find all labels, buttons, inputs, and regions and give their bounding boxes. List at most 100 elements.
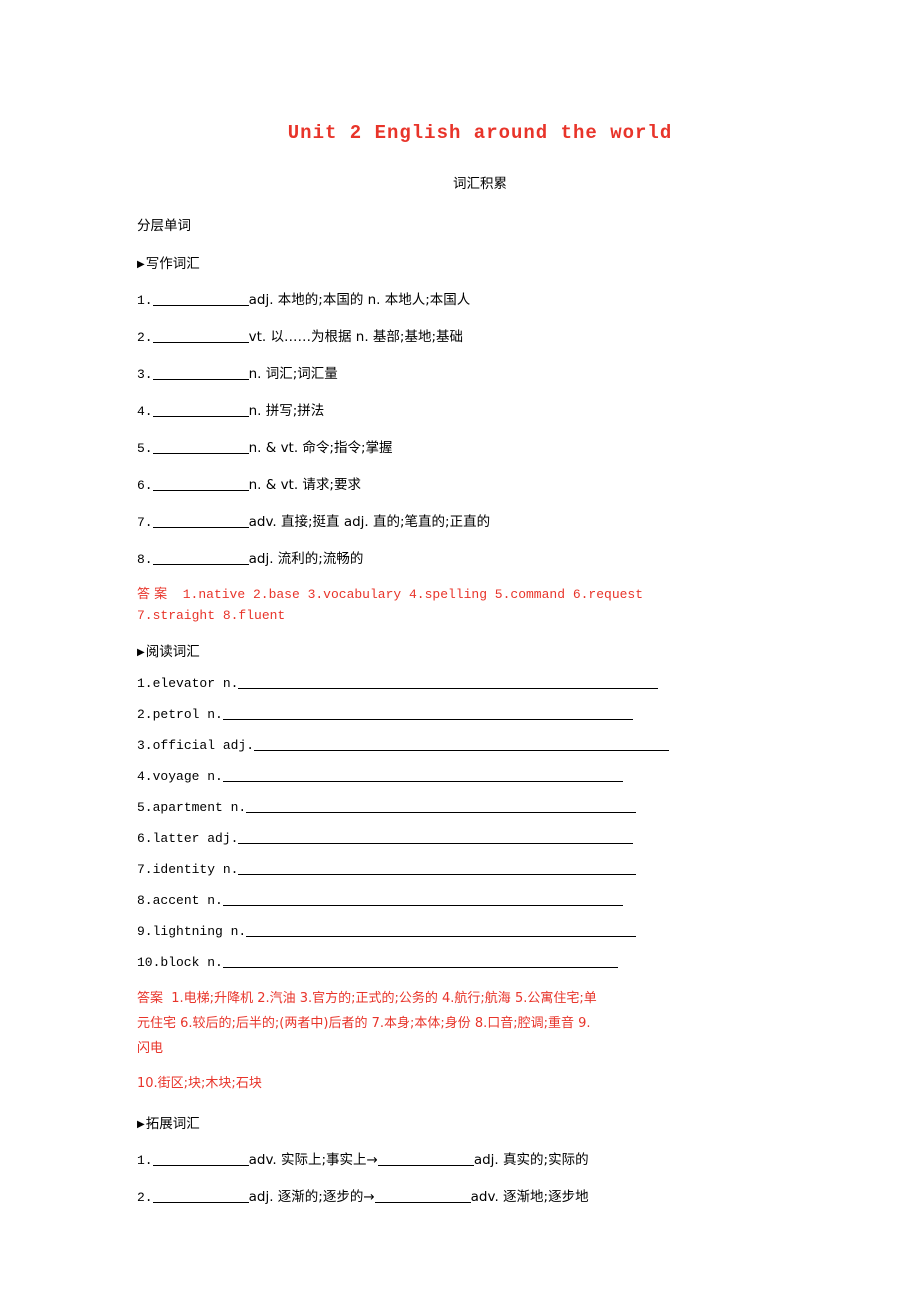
- document-page: Unit 2 English around the world 词汇积累 分层单…: [0, 0, 920, 1302]
- writing-item-5-text: n. & vt. 命令;指令;掌握: [248, 440, 393, 456]
- extension-item-2-num: 2.: [137, 1190, 153, 1205]
- writing-item-3-text: n. 词汇;词汇量: [248, 366, 338, 382]
- document-body: 分层单词 ▶写作词汇 1. adj. 本地的;本国的 n. 本地人;本国人 2. v…: [0, 214, 920, 1205]
- extension-item-1-blank-a[interactable]: [152, 1153, 249, 1166]
- reading-item-8-num: 8.: [137, 893, 153, 908]
- reading-item-9: 9.lightning n.: [137, 924, 790, 939]
- reading-item-10-blank[interactable]: [222, 955, 618, 968]
- reading-item-8-blank[interactable]: [222, 893, 623, 906]
- writing-item-5-blank[interactable]: [152, 441, 249, 454]
- reading-answers-cont: 10.街区;块;木块;石块: [137, 1071, 790, 1096]
- page-title: Unit 2 English around the world: [287, 122, 673, 144]
- writing-item-4-text: n. 拼写;拼法: [248, 403, 325, 419]
- reading-item-8-word: accent n.: [152, 893, 223, 908]
- extension-item-2: 2. adj. 逐渐的;逐步的→ adv. 逐渐地;逐步地: [137, 1185, 790, 1205]
- reading-item-5: 5.apartment n.: [137, 800, 790, 815]
- subsection-heading-writing: ▶写作词汇: [137, 252, 790, 272]
- extension-item-1-num: 1.: [137, 1153, 153, 1168]
- triangle-bullet-icon: ▶: [137, 1119, 145, 1130]
- reading-item-10: 10.block n.: [137, 955, 790, 970]
- reading-answers-text: 1.电梯;升降机 2.汽油 3.官方的;正式的;公务的 4.航行;航海 5.公寓…: [171, 991, 597, 1006]
- writing-answers-text-2: 7.straight 8.fluent: [137, 608, 286, 623]
- reading-answers: 答案 1.电梯;升降机 2.汽油 3.官方的;正式的;公务的 4.航行;航海 5…: [137, 986, 790, 1061]
- reading-item-3: 3.official adj.: [137, 738, 790, 753]
- writing-item-8: 8. adj. 流利的;流畅的: [137, 547, 790, 567]
- writing-item-1-num: 1.: [137, 293, 153, 308]
- reading-item-6-num: 6.: [137, 831, 153, 846]
- writing-item-6-blank[interactable]: [152, 478, 249, 491]
- reading-item-9-blank[interactable]: [246, 924, 637, 937]
- subsection-heading-reading-label: 阅读词汇: [145, 644, 200, 660]
- writing-item-1-text: adj. 本地的;本国的 n. 本地人;本国人: [248, 292, 471, 308]
- reading-item-9-num: 9.: [137, 924, 153, 939]
- reading-item-1-num: 1.: [137, 676, 153, 691]
- reading-item-7-word: identity n.: [152, 862, 239, 877]
- extension-item-2-mid: adj. 逐渐的;逐步的→: [248, 1189, 375, 1205]
- writing-item-6: 6. n. & vt. 请求;要求: [137, 473, 790, 493]
- reading-item-2-num: 2.: [137, 707, 153, 722]
- reading-item-7-num: 7.: [137, 862, 153, 877]
- subsection-heading-extension: ▶拓展词汇: [137, 1112, 790, 1132]
- reading-item-5-num: 5.: [137, 800, 153, 815]
- reading-item-1: 1.elevator n.: [137, 676, 790, 691]
- writing-item-8-num: 8.: [137, 552, 153, 567]
- reading-item-1-word: elevator n.: [152, 676, 239, 691]
- extension-item-2-blank-b[interactable]: [374, 1190, 471, 1203]
- writing-answers-label: 答 案: [137, 587, 168, 602]
- writing-item-3: 3. n. 词汇;词汇量: [137, 362, 790, 382]
- reading-item-2-word: petrol n.: [152, 707, 223, 722]
- reading-item-4-num: 4.: [137, 769, 153, 784]
- reading-item-3-blank[interactable]: [254, 738, 670, 751]
- writing-item-1: 1. adj. 本地的;本国的 n. 本地人;本国人: [137, 288, 790, 308]
- reading-item-7-blank[interactable]: [238, 862, 637, 875]
- writing-answers: 答 案 1.native 2.base 3.vocabulary 4.spell…: [137, 584, 790, 626]
- writing-item-5-num: 5.: [137, 441, 153, 456]
- writing-item-8-blank[interactable]: [152, 552, 249, 565]
- writing-item-6-num: 6.: [137, 478, 153, 493]
- page-subtitle: 词汇积累: [453, 176, 507, 192]
- writing-item-7-num: 7.: [137, 515, 153, 530]
- reading-answers-text-2: 元住宅 6.较后的;后半的;(两者中)后者的 7.本身;本体;身份 8.口音;腔…: [137, 1016, 591, 1031]
- writing-item-6-text: n. & vt. 请求;要求: [248, 477, 361, 493]
- writing-answers-text: 1.native 2.base 3.vocabulary 4.spelling …: [182, 587, 644, 602]
- reading-answers-label: 答案: [137, 991, 164, 1006]
- writing-item-1-blank[interactable]: [152, 293, 249, 306]
- writing-item-4-blank[interactable]: [152, 404, 249, 417]
- writing-item-2-blank[interactable]: [152, 330, 249, 343]
- reading-item-7: 7.identity n.: [137, 862, 790, 877]
- reading-item-3-word: official adj.: [152, 738, 255, 753]
- writing-item-8-text: adj. 流利的;流畅的: [248, 551, 364, 567]
- writing-item-7-text: adv. 直接;挺直 adj. 直的;笔直的;正直的: [248, 514, 491, 530]
- subsection-heading-reading: ▶阅读词汇: [137, 640, 790, 660]
- extension-item-2-tail: adv. 逐渐地;逐步地: [470, 1189, 589, 1205]
- writing-item-4: 4. n. 拼写;拼法: [137, 399, 790, 419]
- reading-item-6-blank[interactable]: [238, 831, 634, 844]
- reading-item-10-num: 10.: [137, 955, 161, 970]
- reading-item-4-blank[interactable]: [222, 769, 623, 782]
- reading-item-4: 4.voyage n.: [137, 769, 790, 784]
- extension-item-2-blank-a[interactable]: [152, 1190, 249, 1203]
- reading-answers-text-4: 10.街区;块;木块;石块: [137, 1076, 262, 1091]
- writing-item-2: 2. vt. 以……为根据 n. 基部;基地;基础: [137, 325, 790, 345]
- writing-item-3-blank[interactable]: [152, 367, 249, 380]
- writing-item-5: 5. n. & vt. 命令;指令;掌握: [137, 436, 790, 456]
- extension-item-1-blank-b[interactable]: [377, 1153, 474, 1166]
- subsection-heading-extension-label: 拓展词汇: [145, 1116, 200, 1132]
- writing-item-7-blank[interactable]: [152, 515, 249, 528]
- reading-item-5-word: apartment n.: [152, 800, 247, 815]
- reading-item-5-blank[interactable]: [246, 800, 637, 813]
- section-label: 分层单词: [137, 218, 191, 234]
- reading-item-1-blank[interactable]: [238, 676, 659, 689]
- subsection-heading-writing-label: 写作词汇: [145, 256, 200, 272]
- reading-item-4-word: voyage n.: [152, 769, 223, 784]
- reading-item-8: 8.accent n.: [137, 893, 790, 908]
- triangle-bullet-icon: ▶: [137, 259, 145, 270]
- writing-item-2-num: 2.: [137, 330, 153, 345]
- writing-item-3-num: 3.: [137, 367, 153, 382]
- writing-item-4-num: 4.: [137, 404, 153, 419]
- reading-answers-text-3: 闪电: [137, 1041, 164, 1056]
- writing-item-7: 7. adv. 直接;挺直 adj. 直的;笔直的;正直的: [137, 510, 790, 530]
- reading-item-2-blank[interactable]: [222, 707, 633, 720]
- extension-item-1-tail: adj. 真实的;实际的: [473, 1152, 589, 1168]
- extension-item-1-mid: adv. 实际上;事实上→: [248, 1152, 378, 1168]
